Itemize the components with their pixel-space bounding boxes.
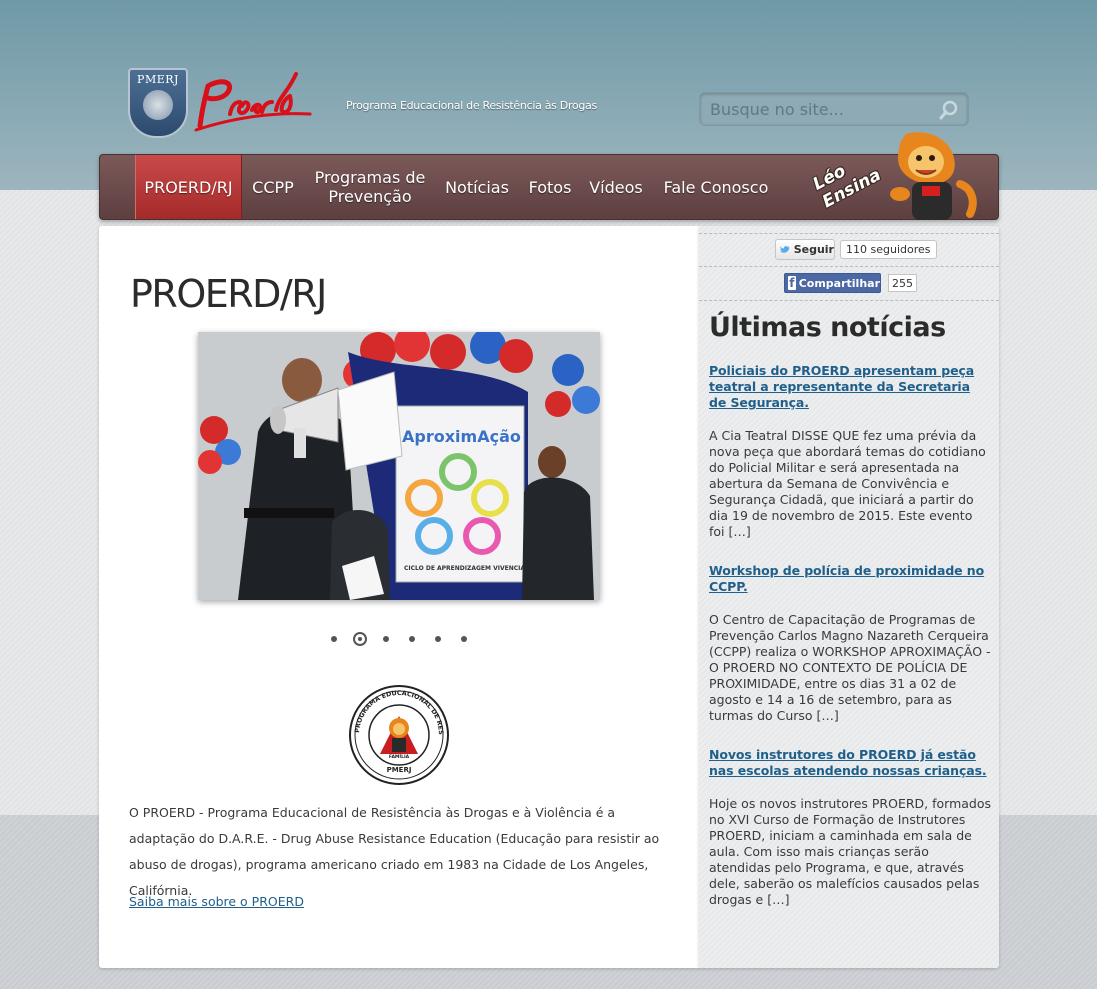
news-title-link[interactable]: Workshop de polícia de proximidade no CC… (709, 563, 991, 595)
intro-paragraph: O PROERD - Programa Educacional de Resis… (129, 805, 660, 898)
twitter-bird-icon (780, 245, 790, 253)
search-box (699, 92, 969, 126)
twitter-follow-button[interactable]: Seguir (775, 239, 835, 260)
facebook-share-count: 255 (888, 274, 917, 292)
proerd-logo[interactable] (192, 68, 312, 134)
slider-dot-4[interactable] (405, 632, 419, 646)
slider-dot-2[interactable] (353, 632, 367, 646)
main-content: PROERD/RJ AproximAção CICLO DE APRENDIZA… (99, 226, 699, 968)
news-excerpt: A Cia Teatral DISSE QUE fez uma prévia d… (709, 428, 986, 539)
facebook-share-label: Compartilhar (798, 276, 880, 290)
nav-item-fotos[interactable]: Fotos (524, 155, 576, 219)
divider (699, 266, 999, 267)
facebook-icon: f (788, 276, 796, 290)
proerd-seal-logo: PROGRAMA EDUCACIONAL DE RESISTÊNCIA ÀS D… (348, 684, 449, 785)
search-input[interactable] (700, 93, 936, 125)
news-title-link[interactable]: Policiais do PROERD apresentam peça teat… (709, 363, 991, 411)
shield-label: PMERJ (137, 73, 179, 86)
slide-photo: AproximAção CICLO DE APRENDIZAGEM VIVENC… (198, 332, 600, 600)
divider (699, 300, 999, 301)
news-item: Workshop de polícia de proximidade no CC… (709, 563, 991, 724)
seal-org-text: PMERJ (387, 766, 412, 774)
nav-item-fale-conosco[interactable]: Fale Conosco (658, 155, 774, 219)
slider-dot-6[interactable] (457, 632, 471, 646)
news-item: Policiais do PROERD apresentam peça teat… (709, 363, 991, 540)
banner-caption: CICLO DE APRENDIZAGEM VIVENCIAL (404, 565, 529, 572)
news-list: Policiais do PROERD apresentam peça teat… (709, 363, 991, 908)
shield-emblem-icon (143, 90, 173, 120)
nav-item-proerd-rj[interactable]: PROERD/RJ (135, 155, 242, 219)
divider (699, 233, 999, 234)
pmerj-shield-logo[interactable]: PMERJ (128, 68, 188, 138)
lion-mascot-icon[interactable] (876, 132, 980, 224)
news-title-link[interactable]: Novos instrutores do PROERD já estão nas… (709, 747, 991, 779)
slider-dot-5[interactable] (431, 632, 445, 646)
slider-dot-1[interactable] (327, 632, 341, 646)
nav-item-ccpp[interactable]: CCPP (246, 155, 300, 219)
twitter-follower-count: 110 seguidores (840, 240, 937, 259)
page-title: PROERD/RJ (130, 272, 327, 316)
nav-item-programas-prevencao[interactable]: Programas de Prevenção (308, 155, 432, 219)
slider-dot-3[interactable] (379, 632, 393, 646)
facebook-share-button[interactable]: f Compartilhar (784, 273, 881, 293)
news-excerpt: Hoje os novos instrutores PROERD, formad… (709, 796, 991, 907)
search-icon[interactable] (938, 99, 960, 121)
news-excerpt: O Centro de Capacitação de Programas de … (709, 612, 991, 723)
sidebar: Seguir 110 seguidores f Compartilhar 255… (699, 226, 999, 968)
site-tagline: Programa Educacional de Resistência às D… (346, 99, 597, 112)
nav-item-videos[interactable]: Vídeos (586, 155, 646, 219)
slider-pagination (327, 632, 483, 646)
twitter-follow-label: Seguir (793, 243, 834, 256)
banner-title: AproximAção (402, 427, 521, 446)
slideshow-image[interactable]: AproximAção CICLO DE APRENDIZAGEM VIVENC… (198, 332, 600, 600)
nav-item-noticias[interactable]: Notícias (440, 155, 514, 219)
latest-news-title: Últimas notícias (709, 312, 946, 343)
more-about-link[interactable]: Saiba mais sobre o PROERD (129, 894, 304, 909)
news-item: Novos instrutores do PROERD já estão nas… (709, 747, 991, 908)
